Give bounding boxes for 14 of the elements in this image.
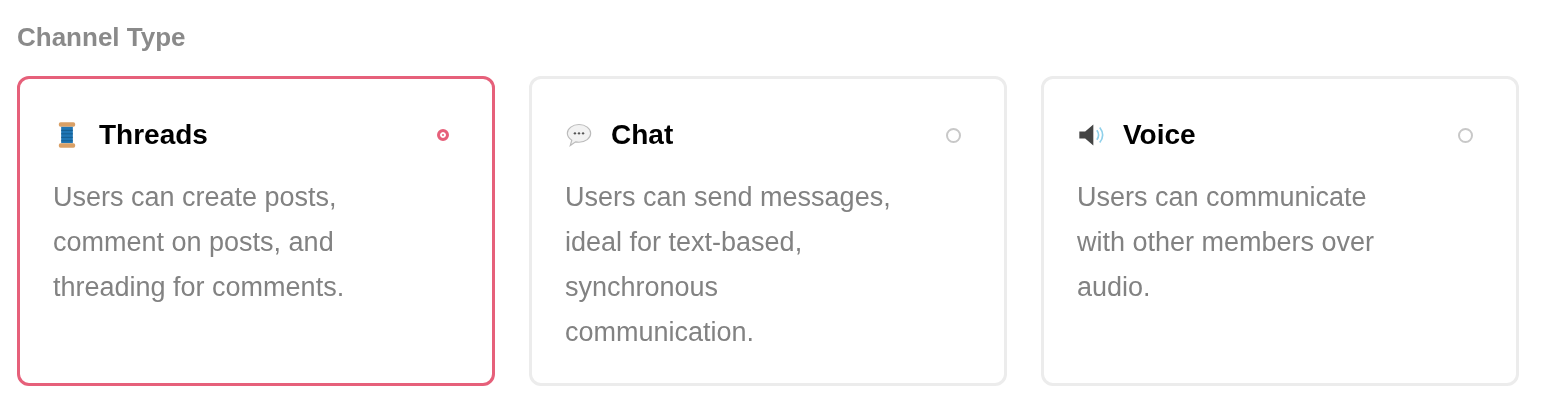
- radio-button[interactable]: [437, 129, 449, 141]
- radio-button[interactable]: [1458, 127, 1473, 143]
- card-title: Voice: [1123, 119, 1196, 151]
- channel-type-card[interactable]: Voice Users can communicate with other members over audio.: [1041, 76, 1519, 386]
- radio-button[interactable]: [946, 127, 961, 143]
- speech-bubble-icon: [565, 121, 593, 149]
- card-title: Chat: [611, 119, 674, 151]
- card-title: Threads: [99, 119, 208, 151]
- card-description: Users can send messages, ideal for text-based, synchronous communication.: [565, 181, 892, 349]
- card-description: Users can communicate with other members over audio.: [1077, 181, 1376, 304]
- channel-type-card[interactable]: Chat Users can send messages, ideal for text-based, synchronous communication.: [529, 76, 1007, 386]
- card-description: Users can create posts, comment on posts, and threading for comments.: [53, 181, 346, 304]
- section-heading: Channel Type: [17, 21, 187, 54]
- channel-type-card[interactable]: Threads Users can create posts, comment on posts, and threading for comments.: [17, 76, 495, 386]
